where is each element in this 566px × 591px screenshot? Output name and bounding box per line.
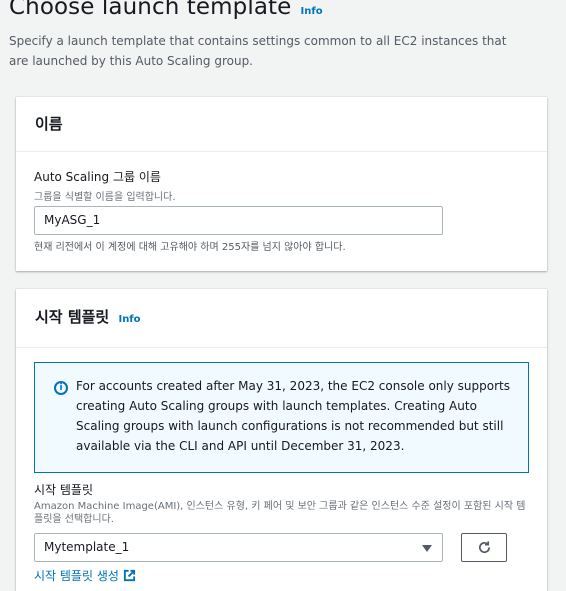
info-alert-text: For accounts created after May 31, 2023,…: [76, 379, 510, 453]
caret-down-icon: [422, 545, 432, 552]
asg-name-label: Auto Scaling 그룹 이름: [34, 170, 161, 184]
launch-template-info-link[interactable]: Info: [118, 314, 140, 325]
launch-template-select[interactable]: Mytemplate_1: [34, 533, 443, 562]
create-launch-template-label: 시작 템플릿 생성: [34, 569, 119, 583]
asg-name-description: 그룹을 식별할 이름을 입력합니다.: [34, 192, 176, 203]
create-launch-template-link[interactable]: 시작 템플릿 생성: [34, 567, 136, 584]
page-header: Choose launch template Info: [9, 0, 323, 20]
launch-template-header: 시작 템플릿 Info: [16, 289, 547, 348]
refresh-icon: [479, 541, 491, 554]
page: Choose launch template Info Specify a la…: [0, 0, 566, 591]
launch-template-title: 시작 템플릿: [35, 308, 110, 326]
name-section-header: 이름: [16, 97, 547, 152]
asg-name-input[interactable]: MyASG_1: [34, 206, 443, 235]
launch-template-description: Amazon Machine Image(AMI), 인스턴스 유형, 키 페어…: [34, 501, 526, 525]
page-info-link[interactable]: Info: [301, 6, 323, 17]
info-alert: i For accounts created after May 31, 202…: [34, 362, 529, 473]
launch-template-selected-value: Mytemplate_1: [44, 540, 130, 554]
asg-name-constraint: 현재 리전에서 이 계정에 대해 고유해야 하며 255자를 넘지 않아야 합니…: [34, 242, 346, 253]
info-circle-icon: i: [54, 381, 68, 395]
external-link-icon: [123, 569, 135, 582]
launch-template-label: 시작 템플릿: [34, 483, 94, 497]
page-description: Specify a launch template that contains …: [9, 34, 507, 68]
page-title: Choose launch template: [9, 0, 292, 20]
launch-template-section: 시작 템플릿 Info i For accounts created after…: [16, 289, 547, 591]
name-section: 이름 Auto Scaling 그룹 이름 그룹을 식별할 이름을 입력합니다.…: [16, 97, 547, 271]
refresh-button[interactable]: [461, 533, 507, 562]
